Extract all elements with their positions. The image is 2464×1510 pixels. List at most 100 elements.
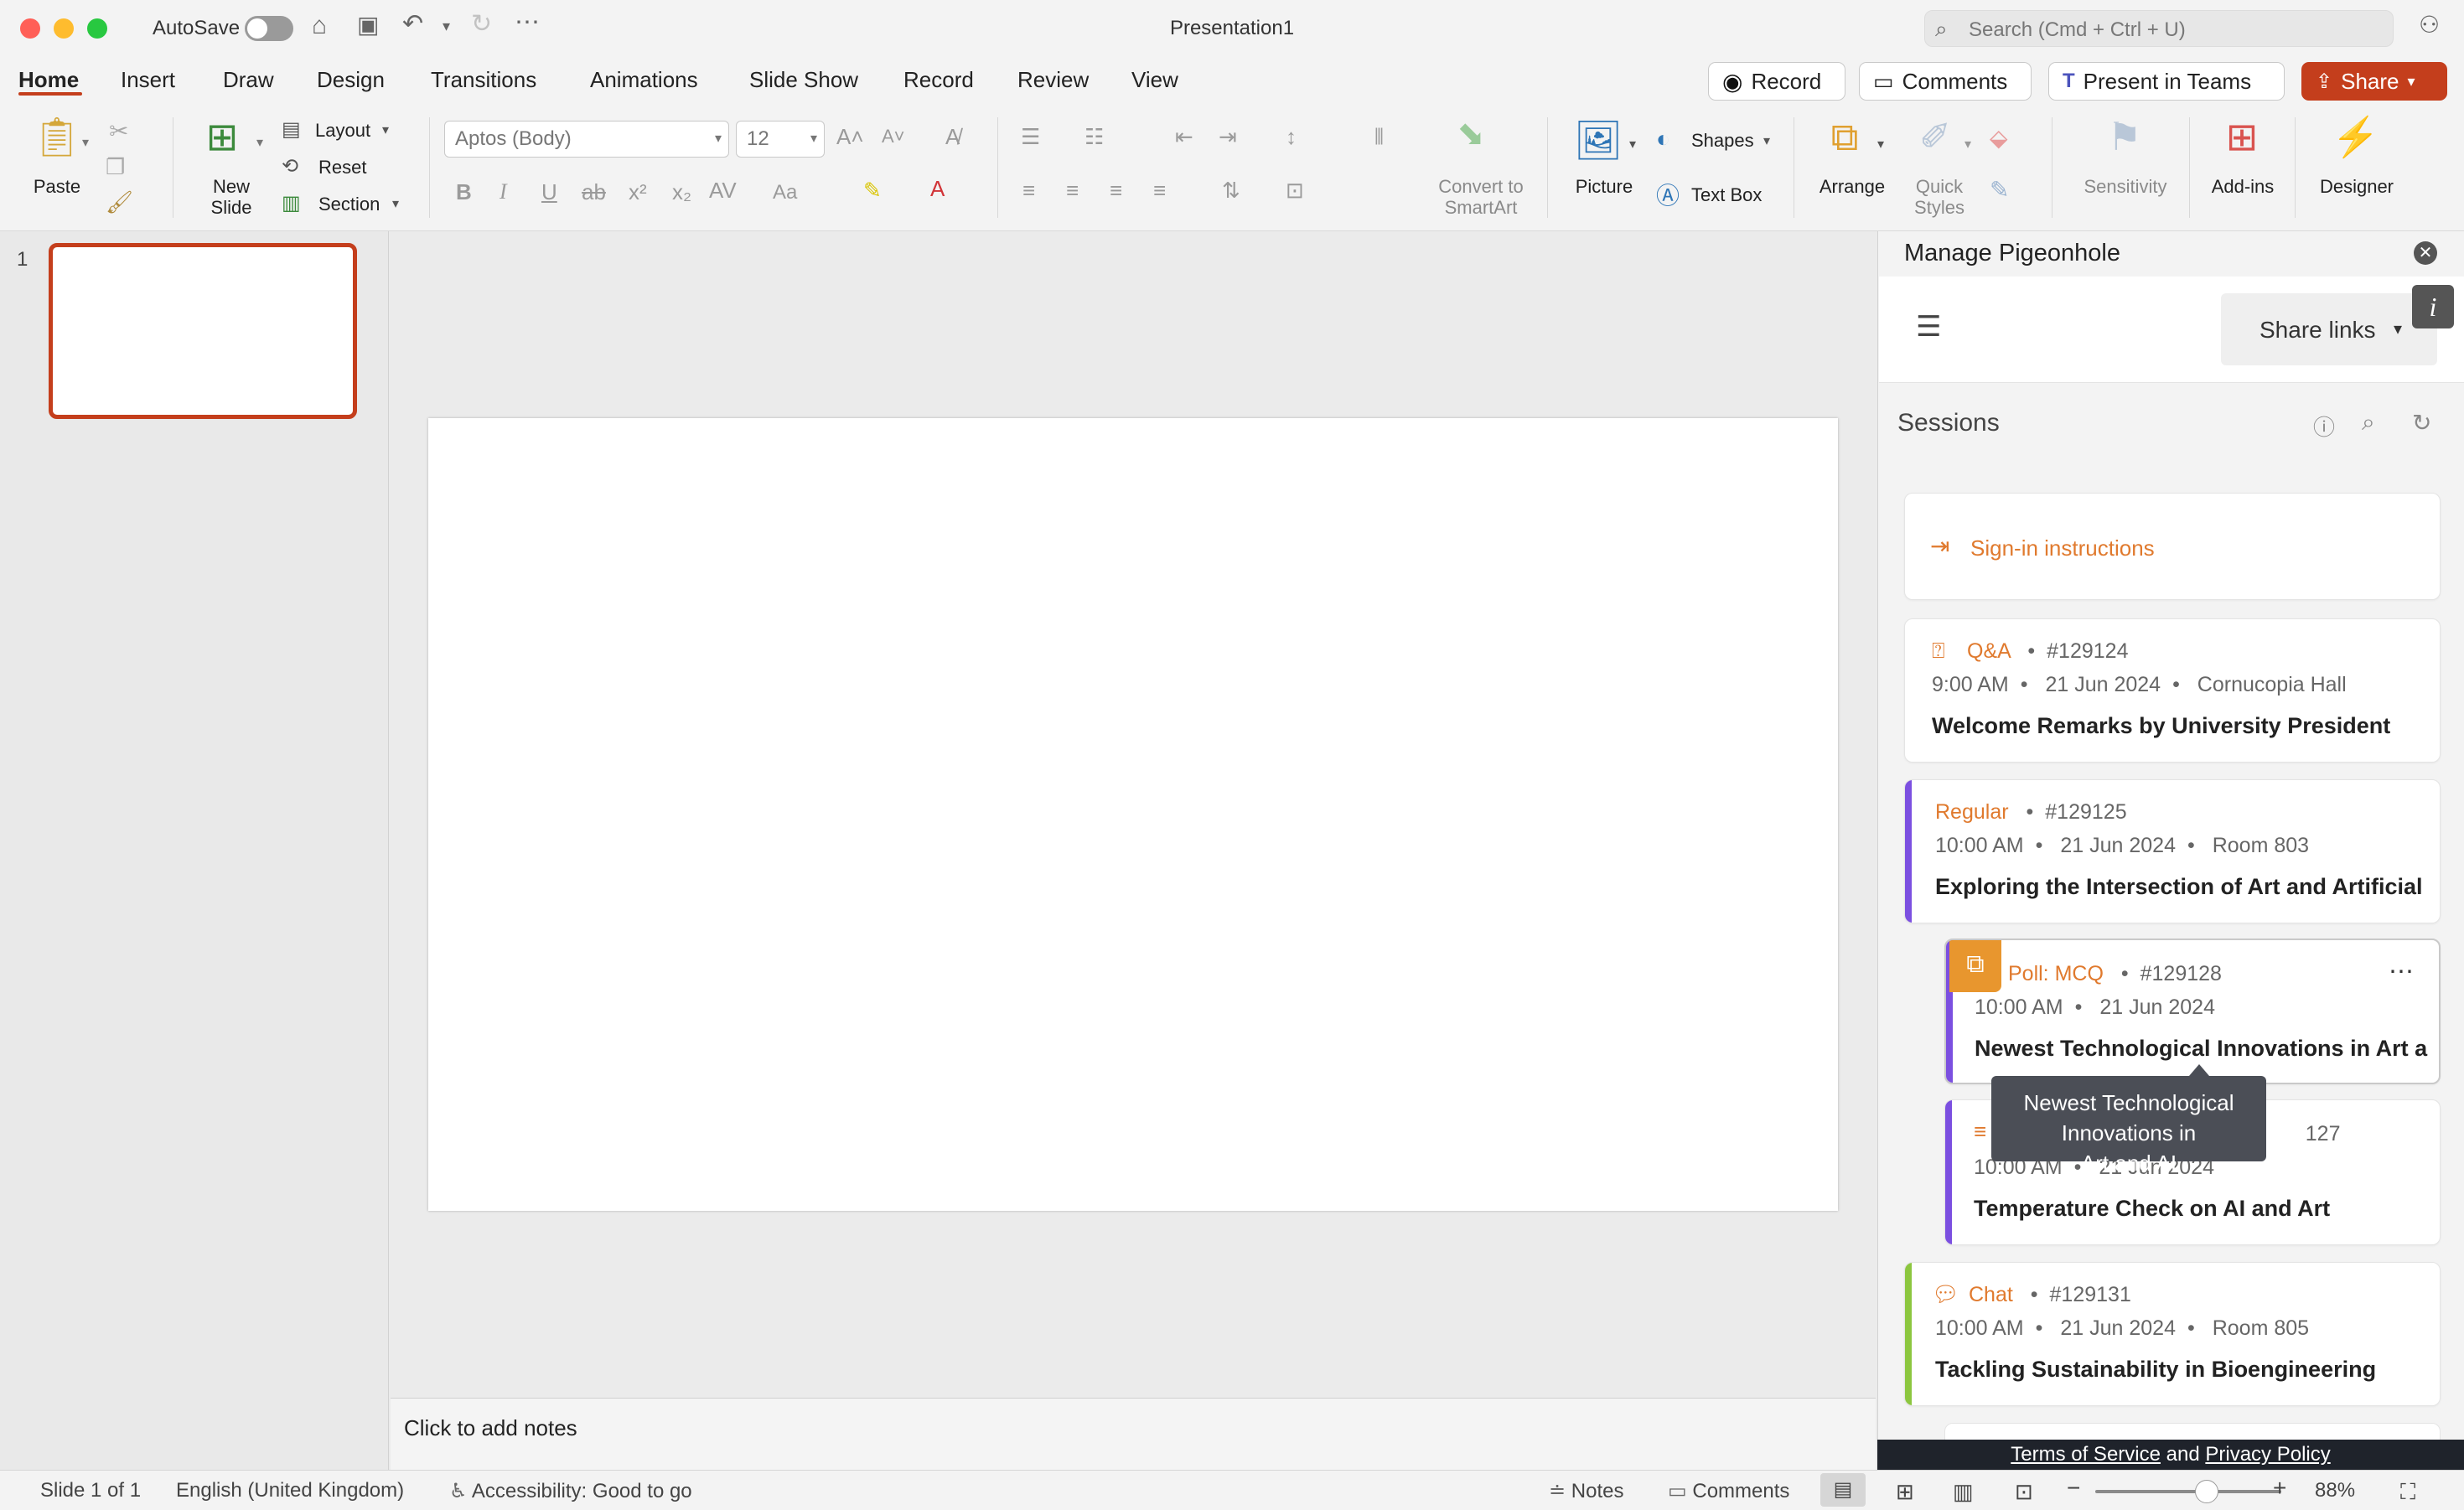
shape-outline-icon[interactable]: ✎ [1990, 176, 2009, 204]
designer-button[interactable]: Designer [2315, 176, 2399, 197]
quick-styles-icon[interactable]: ✐ [1906, 117, 1964, 156]
italic-icon[interactable]: I [500, 179, 507, 204]
present-in-teams-button[interactable]: T Present in Teams [2048, 62, 2285, 101]
text-box-button[interactable]: Text Box [1691, 184, 1762, 205]
account-icon[interactable]: ⚇ [2419, 13, 2440, 37]
layout-dropdown-icon[interactable]: ▾ [382, 122, 389, 138]
undo-icon[interactable]: ↶ [402, 12, 423, 37]
privacy-link[interactable]: Privacy Policy [2205, 1443, 2330, 1466]
clear-formatting-icon[interactable]: A̸ [945, 124, 960, 150]
designer-icon[interactable]: ⚡ [2327, 117, 2385, 156]
tab-transitions[interactable]: Transitions [431, 67, 536, 93]
tab-review[interactable]: Review [1017, 67, 1089, 93]
info-icon[interactable]: i [2412, 285, 2454, 328]
share-button[interactable]: ⇪ Share ▾ [2301, 62, 2447, 101]
increase-font-size-icon[interactable]: A˄ [836, 124, 864, 150]
comments-button[interactable]: ▭ Comments [1859, 62, 2032, 101]
zoom-percent[interactable]: 88% [2315, 1479, 2355, 1502]
strikethrough-icon[interactable]: ab [582, 179, 606, 205]
picture-button[interactable]: Picture [1566, 176, 1643, 197]
zoom-window-button[interactable] [87, 18, 107, 39]
paste-icon[interactable]: 📋︎ [23, 117, 91, 156]
picture-icon[interactable]: 🖼︎ [1569, 121, 1628, 159]
numbering-icon[interactable]: ☷ [1084, 124, 1104, 150]
subscript-icon[interactable]: x₂ [672, 179, 691, 205]
session-card[interactable]: Regular • #129125 10:00 AM • 21 Jun 2024 • … [1904, 779, 2441, 923]
redo-icon[interactable]: ↻ [471, 12, 492, 37]
shapes-button[interactable]: Shapes [1691, 130, 1754, 151]
refresh-icon[interactable]: ↻ [2412, 409, 2431, 437]
zoom-in-icon[interactable]: + [2273, 1475, 2286, 1502]
zoom-slider[interactable] [2095, 1490, 2281, 1493]
shapes-icon[interactable]: ◐ [1656, 126, 1670, 153]
tab-draw[interactable]: Draw [223, 67, 274, 93]
more-options-icon[interactable]: ⋯ [2389, 957, 2414, 986]
search-icon[interactable]: ⌕ [2362, 409, 2375, 437]
text-direction-icon[interactable]: ⇅ [1222, 178, 1240, 204]
paste-dropdown-icon[interactable]: ▾ [82, 134, 89, 151]
tab-insert[interactable]: Insert [121, 67, 175, 93]
session-card[interactable]: ⧉ Poll: MCQ • #129128 ⋯ 10:00 AM • 21 Jun … [1944, 939, 2441, 1084]
autosave-toggle[interactable] [245, 16, 293, 41]
arrange-button[interactable]: Arrange [1814, 176, 1891, 197]
home-icon[interactable]: ⌂ [312, 13, 327, 39]
session-card[interactable]: 💬︎ Chat • #129131 10:00 AM • 21 Jun 2024 • … [1904, 1262, 2441, 1406]
tab-view[interactable]: View [1131, 67, 1178, 93]
reset-button[interactable]: Reset [318, 157, 366, 178]
decrease-font-size-icon[interactable]: A˅ [882, 126, 905, 147]
language-indicator[interactable]: English (United Kingdom) [176, 1479, 404, 1502]
sensitivity-button[interactable]: Sensitivity [2078, 176, 2172, 197]
quick-styles-button[interactable]: Quick Styles [1901, 176, 1978, 218]
underline-icon[interactable]: U [541, 179, 557, 205]
tab-design[interactable]: Design [317, 67, 385, 93]
copy-icon[interactable]: ❐ [106, 154, 125, 180]
share-links-button[interactable]: Share links ▾ [2221, 293, 2437, 365]
justify-icon[interactable]: ≡ [1153, 178, 1166, 204]
comments-toggle[interactable]: ▭ Comments [1668, 1479, 1789, 1503]
arrange-dropdown-icon[interactable]: ▾ [1877, 136, 1884, 153]
align-center-icon[interactable]: ≡ [1066, 178, 1079, 204]
notes-pane[interactable]: Click to add notes [391, 1398, 1876, 1470]
font-color-icon[interactable]: A [930, 176, 945, 202]
session-card[interactable]: ⍰ Q&A • #129124 9:00 AM • 21 Jun 2024 • Cor… [1904, 618, 2441, 763]
highlight-icon[interactable]: ✎ [863, 178, 882, 204]
decrease-indent-icon[interactable]: ⇤ [1175, 124, 1193, 150]
new-slide-icon[interactable]: ⊞ [193, 117, 251, 156]
character-spacing-icon[interactable]: AV [709, 178, 737, 204]
close-icon[interactable]: ✕ [2414, 241, 2437, 265]
align-right-icon[interactable]: ≡ [1110, 178, 1122, 204]
font-size-combo[interactable]: 12 ▾ [736, 121, 825, 158]
arrange-icon[interactable]: ⧉ [1815, 117, 1874, 156]
quick-styles-dropdown-icon[interactable]: ▾ [1964, 136, 1971, 153]
help-icon[interactable]: ⓘ [2313, 411, 2335, 442]
shape-fill-icon[interactable]: ⬙ [1990, 124, 2008, 152]
save-icon[interactable]: ▣ [357, 13, 379, 37]
slide-sorter-view-icon[interactable]: ⊞ [1896, 1479, 1914, 1505]
section-icon[interactable]: ▥ [282, 191, 301, 215]
picture-dropdown-icon[interactable]: ▾ [1629, 136, 1636, 153]
layout-icon[interactable]: ▤ [282, 117, 301, 142]
fit-to-window-icon[interactable]: ⛶ [2400, 1479, 2415, 1506]
zoom-slider-thumb[interactable] [2195, 1480, 2219, 1503]
add-ins-icon[interactable]: ⊞ [2213, 117, 2271, 156]
notes-toggle[interactable]: ≐ Notes [1549, 1479, 1623, 1503]
section-button[interactable]: Section [318, 194, 380, 215]
tab-slide-show[interactable]: Slide Show [749, 67, 858, 93]
close-window-button[interactable] [20, 18, 40, 39]
reset-icon[interactable]: ⟲ [282, 154, 298, 178]
bold-icon[interactable]: B [456, 179, 472, 205]
normal-view-icon[interactable]: ▤ [1820, 1473, 1866, 1507]
minimize-window-button[interactable] [54, 18, 74, 39]
paste-label[interactable]: Paste [23, 176, 91, 197]
format-painter-icon[interactable]: 🖌︎ [106, 189, 133, 215]
more-icon[interactable]: ⋯ [515, 10, 540, 35]
terms-link[interactable]: Terms of Service [2011, 1443, 2161, 1466]
smartart-icon[interactable]: ⬊ [1442, 117, 1500, 151]
reading-view-icon[interactable]: ▥ [1953, 1479, 1974, 1505]
change-case-icon[interactable]: Aa [773, 181, 797, 204]
slide-canvas[interactable] [428, 418, 1838, 1211]
superscript-icon[interactable]: x² [629, 179, 647, 205]
record-button[interactable]: ◉ Record [1708, 62, 1845, 101]
section-dropdown-icon[interactable]: ▾ [392, 195, 399, 212]
slide-show-view-icon[interactable]: ⊡ [2015, 1479, 2033, 1505]
